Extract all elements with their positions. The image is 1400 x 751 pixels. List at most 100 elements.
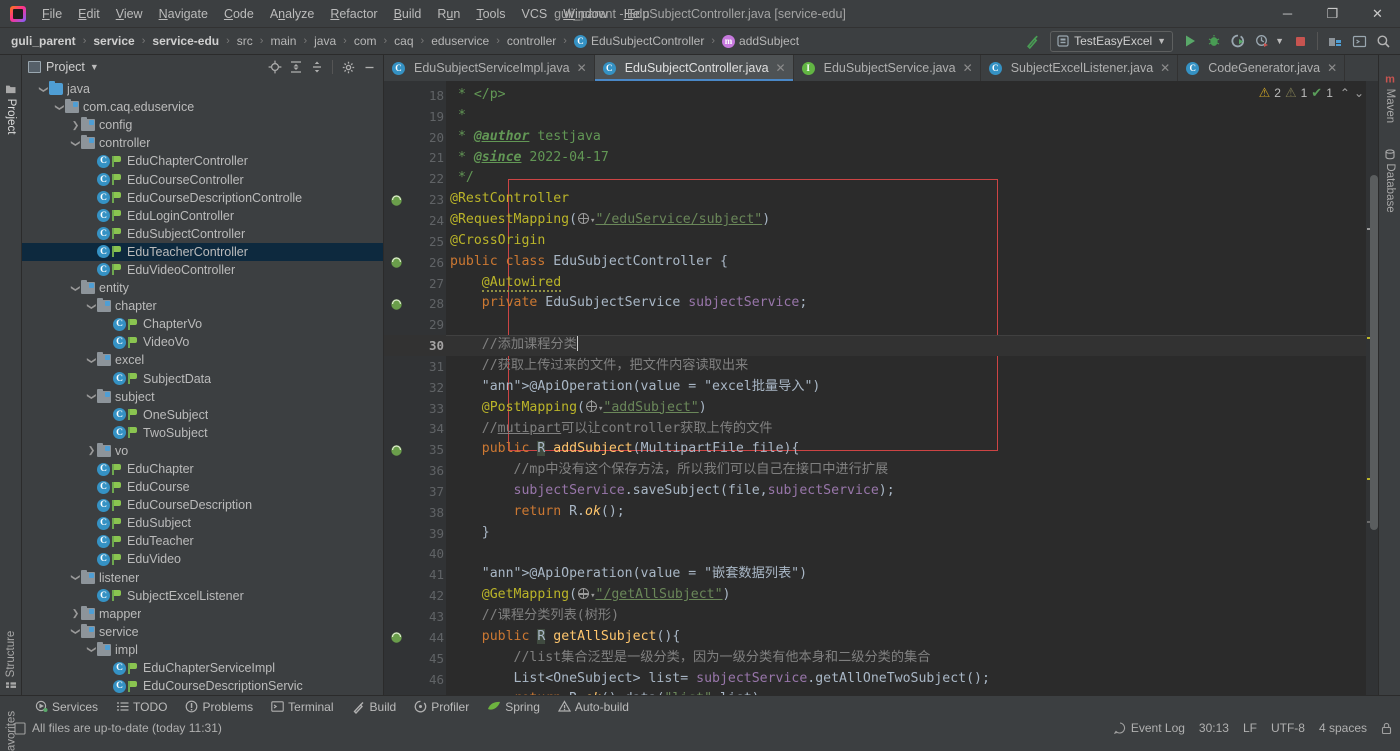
expand-all-icon[interactable] bbox=[286, 58, 305, 77]
code-line[interactable]: List<OneSubject> list= subjectService.ge… bbox=[446, 669, 1366, 690]
gutter-line[interactable]: 30⌄ bbox=[384, 335, 446, 356]
code-line[interactable]: //mutipart可以让controller获取上传的文件 bbox=[446, 419, 1366, 440]
code-line[interactable]: @PostMapping(▾"addSubject") bbox=[446, 398, 1366, 419]
code-line[interactable]: public R addSubject(MultipartFile file){ bbox=[446, 439, 1366, 460]
gutter-line[interactable]: 39⌃ bbox=[384, 523, 446, 544]
caret-position[interactable]: 30:13 bbox=[1199, 721, 1229, 735]
code-line[interactable]: private EduSubjectService subjectService… bbox=[446, 293, 1366, 314]
code-line[interactable]: * bbox=[446, 106, 1366, 127]
menu-file[interactable]: File bbox=[34, 4, 70, 24]
breadcrumb-item-com[interactable]: com bbox=[351, 32, 380, 50]
code-line[interactable]: @Autowired bbox=[446, 273, 1366, 294]
chevron-down-icon[interactable]: ❯ bbox=[86, 355, 97, 366]
editor-gutter[interactable]: 1819202122⌃23⌃2425⌃2627282930⌄31⌃32⌄33⌃3… bbox=[384, 81, 446, 695]
breadcrumb-item-src[interactable]: src bbox=[234, 32, 256, 50]
gutter-line[interactable]: 25⌃ bbox=[384, 231, 446, 252]
breadcrumb-item-controller[interactable]: controller bbox=[504, 32, 559, 50]
chevron-down-icon[interactable]: ❯ bbox=[70, 572, 81, 583]
tree-item-class[interactable]: ❯CVideoVo bbox=[22, 333, 383, 351]
gutter-line[interactable]: 34 bbox=[384, 419, 446, 440]
chevron-down-icon[interactable]: ❯ bbox=[70, 283, 81, 294]
menu-view[interactable]: View bbox=[108, 4, 151, 24]
line-separator[interactable]: LF bbox=[1243, 721, 1257, 735]
tool-tab-structure[interactable]: Structure bbox=[5, 631, 17, 692]
tool-window-button-auto-build[interactable]: Auto-build bbox=[549, 698, 638, 716]
code-line[interactable]: @GetMapping(▾"/getAllSubject") bbox=[446, 585, 1366, 606]
editor-tab[interactable]: CCodeGenerator.java✕ bbox=[1178, 55, 1345, 81]
breadcrumb-item-java[interactable]: java bbox=[311, 32, 339, 50]
menu-navigate[interactable]: Navigate bbox=[151, 4, 216, 24]
tool-tab-project[interactable]: Project bbox=[5, 84, 17, 135]
code-line[interactable]: */ bbox=[446, 168, 1366, 189]
code-line[interactable]: //添加课程分类 bbox=[446, 335, 1366, 356]
collapse-all-icon[interactable] bbox=[307, 58, 326, 77]
chevron-down-icon[interactable]: ❯ bbox=[86, 301, 97, 312]
run-with-coverage-icon[interactable] bbox=[1227, 30, 1249, 52]
lock-icon[interactable] bbox=[1381, 722, 1392, 735]
tree-item-class[interactable]: ❯CTwoSubject bbox=[22, 424, 383, 442]
tool-window-button-build[interactable]: Build bbox=[343, 698, 406, 716]
stop-icon[interactable] bbox=[1289, 30, 1311, 52]
terminal-icon[interactable] bbox=[1348, 30, 1370, 52]
run-icon[interactable] bbox=[1179, 30, 1201, 52]
breadcrumb-item-main[interactable]: main bbox=[267, 32, 299, 50]
tree-item-folder[interactable]: ❯subject bbox=[22, 388, 383, 406]
project-panel-title[interactable]: Project ▼ bbox=[28, 60, 99, 74]
code-line[interactable]: //list集合泛型是一级分类，因为一级分类有他本身和二级分类的集合 bbox=[446, 648, 1366, 669]
gutter-line[interactable]: 47 bbox=[384, 689, 446, 695]
gutter-line[interactable]: 46 bbox=[384, 669, 446, 690]
menu-tools[interactable]: Tools bbox=[468, 4, 513, 24]
web-url-icon[interactable] bbox=[578, 588, 589, 599]
tree-item-class[interactable]: ❯CEduChapterController bbox=[22, 152, 383, 170]
close-icon[interactable]: ✕ bbox=[1160, 61, 1170, 75]
tree-item-class[interactable]: ❯CEduSubject bbox=[22, 514, 383, 532]
gear-icon[interactable] bbox=[339, 58, 358, 77]
tree-item-class[interactable]: ❯CEduVideoController bbox=[22, 261, 383, 279]
minimize-button[interactable]: ─ bbox=[1265, 0, 1310, 28]
gutter-line[interactable]: 45 bbox=[384, 648, 446, 669]
gutter-line[interactable]: 32⌄ bbox=[384, 377, 446, 398]
gutter-line[interactable]: 31⌃ bbox=[384, 356, 446, 377]
profiler-icon[interactable] bbox=[1251, 30, 1273, 52]
tree-item-folder[interactable]: ❯chapter bbox=[22, 297, 383, 315]
tool-window-button-terminal[interactable]: Terminal bbox=[262, 698, 342, 716]
tree-item-class[interactable]: ❯CEduSubjectController bbox=[22, 225, 383, 243]
code-line[interactable]: * </p> bbox=[446, 85, 1366, 106]
tool-window-button-spring[interactable]: Spring bbox=[478, 698, 549, 716]
close-icon[interactable]: ✕ bbox=[577, 61, 587, 75]
web-url-icon[interactable] bbox=[586, 401, 597, 412]
chevron-down-icon[interactable]: ❯ bbox=[86, 644, 97, 655]
menu-build[interactable]: Build bbox=[386, 4, 430, 24]
code-line[interactable]: return R.ok().data("list",list); bbox=[446, 689, 1366, 695]
gutter-line[interactable]: 42⌃ bbox=[384, 585, 446, 606]
code-line[interactable]: "ann">@ApiOperation(value = "嵌套数据列表") bbox=[446, 564, 1366, 585]
close-button[interactable]: ✕ bbox=[1355, 0, 1400, 28]
gutter-line[interactable]: 37 bbox=[384, 481, 446, 502]
debug-icon[interactable] bbox=[1203, 30, 1225, 52]
breadcrumb-item-edusubjectcontroller[interactable]: CEduSubjectController bbox=[571, 32, 707, 50]
gutter-line[interactable]: 44⌄ bbox=[384, 627, 446, 648]
run-configuration-selector[interactable]: TestEasyExcel ▼ bbox=[1050, 31, 1173, 52]
tool-tab-database[interactable]: Database bbox=[1384, 149, 1396, 212]
hide-icon[interactable] bbox=[360, 58, 379, 77]
close-icon[interactable]: ✕ bbox=[963, 61, 973, 75]
tree-item-class[interactable]: ❯CEduChapterServiceImpl bbox=[22, 659, 383, 677]
chevron-down-icon[interactable]: ❯ bbox=[70, 138, 81, 149]
code-line[interactable] bbox=[446, 314, 1366, 335]
autowired-icon[interactable] bbox=[390, 297, 404, 311]
menu-help[interactable]: Help bbox=[616, 4, 658, 24]
build-icon[interactable] bbox=[1022, 30, 1044, 52]
gutter-line[interactable]: 24 bbox=[384, 210, 446, 231]
gutter-line[interactable]: 19 bbox=[384, 106, 446, 127]
menu-refactor[interactable]: Refactor bbox=[322, 4, 385, 24]
gutter-line[interactable]: 28 bbox=[384, 293, 446, 314]
tree-item-folder[interactable]: ❯mapper bbox=[22, 605, 383, 623]
tool-window-button-problems[interactable]: Problems bbox=[176, 698, 262, 716]
breadcrumb-item-guli-parent[interactable]: guli_parent bbox=[8, 32, 79, 50]
gutter-line[interactable]: 35⌄ bbox=[384, 439, 446, 460]
tree-item-folder[interactable]: ❯excel bbox=[22, 351, 383, 369]
tree-item-class[interactable]: ❯CChapterVo bbox=[22, 315, 383, 333]
tree-item-class[interactable]: ❯CEduVideo bbox=[22, 550, 383, 568]
tree-item-class[interactable]: ❯CEduChapter bbox=[22, 460, 383, 478]
code-line[interactable] bbox=[446, 544, 1366, 565]
